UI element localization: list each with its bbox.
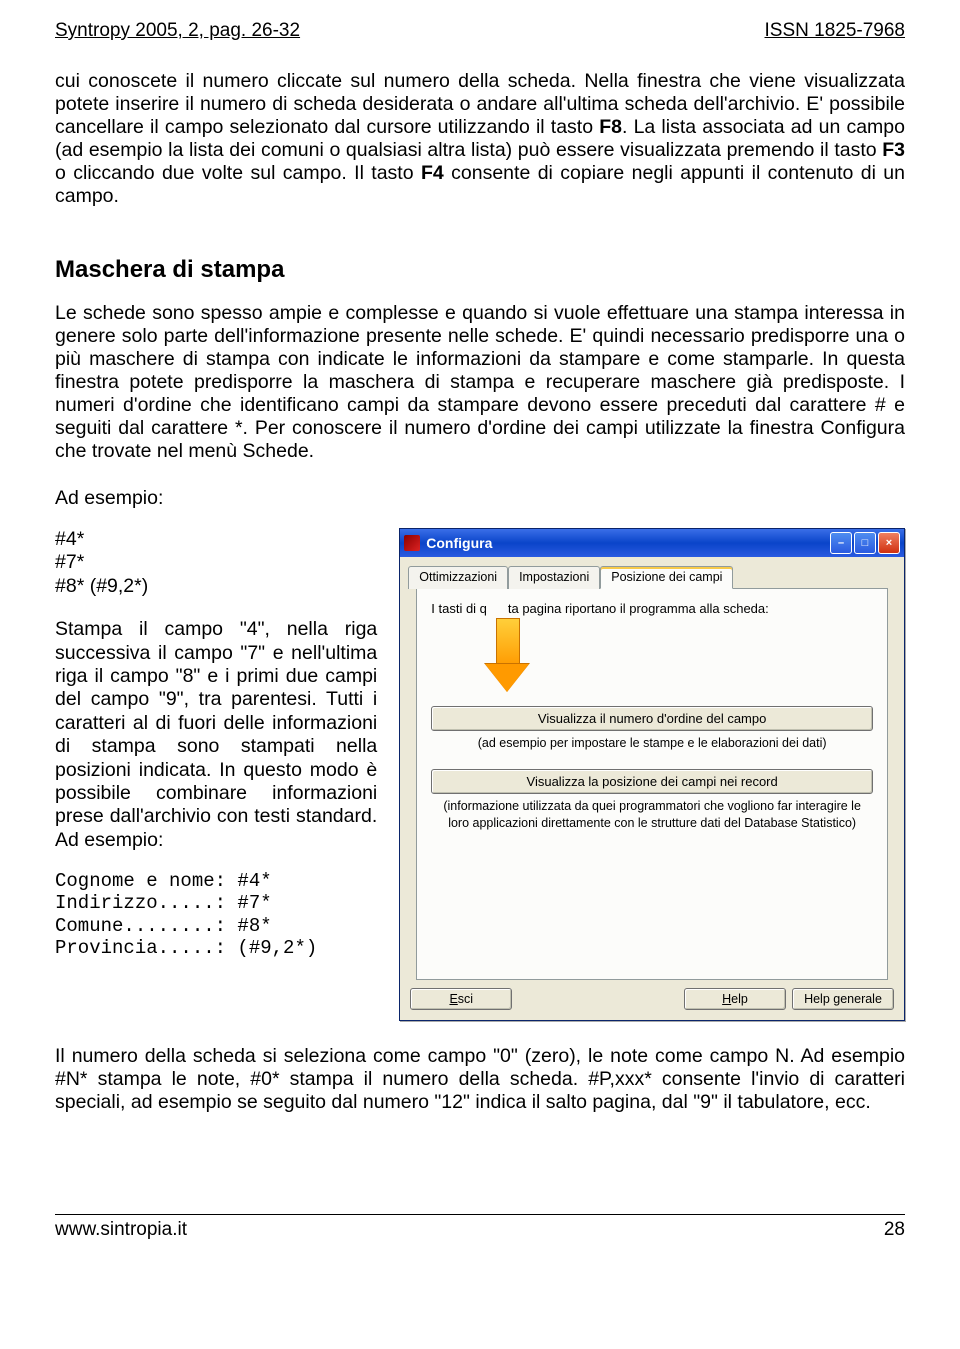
footer-rule (55, 1214, 905, 1215)
app-icon (404, 535, 420, 551)
page-number: 28 (884, 1219, 905, 1241)
footer-url: www.sintropia.it (55, 1219, 187, 1241)
caption-2: (informazione utilizzata da quei program… (431, 798, 873, 831)
help-generale-button[interactable]: Help generale (792, 988, 894, 1010)
paragraph-2: Le schede sono spesso ampie e complesse … (55, 302, 905, 463)
example-codes: #4* #7* #8* (#9,2*) (55, 528, 377, 598)
close-icon[interactable]: × (878, 532, 900, 554)
paragraph-1: cui conoscete il numero cliccate sul num… (55, 70, 905, 208)
maximize-icon[interactable]: □ (854, 532, 876, 554)
tab-panel: I tasti di questa pagina riportano il pr… (416, 588, 888, 980)
header-right: ISSN 1825-7968 (765, 20, 906, 42)
esci-button[interactable]: Esci (410, 988, 512, 1010)
dialog-tabs: Ottimizzazioni Impostazioni Posizione de… (408, 565, 896, 588)
example-label: Ad esempio: (55, 487, 905, 510)
button-numero-ordine[interactable]: Visualizza il numero d'ordine del campo (431, 706, 873, 731)
left-paragraph: Stampa il campo "4", nella riga successi… (55, 618, 377, 852)
mono-example: Cognome e nome: #4* Indirizzo.....: #7* … (55, 870, 377, 960)
tab-posizione[interactable]: Posizione dei campi (600, 566, 733, 589)
panel-message: I tasti di questa pagina riportano il pr… (431, 601, 873, 616)
annotation-arrow (431, 624, 873, 702)
caption-1: (ad esempio per impostare le stampe e le… (431, 735, 873, 751)
header-left: Syntropy 2005, 2, pag. 26-32 (55, 20, 300, 42)
dialog-titlebar: Configura – □ × (400, 529, 904, 557)
section-heading: Maschera di stampa (55, 256, 905, 284)
configura-dialog: Configura – □ × Ottimizzazioni Impostazi… (399, 528, 905, 1021)
paragraph-3: Il numero della scheda si seleziona come… (55, 1045, 905, 1114)
button-posizione-record[interactable]: Visualizza la posizione dei campi nei re… (431, 769, 873, 794)
tab-ottimizzazioni[interactable]: Ottimizzazioni (408, 566, 508, 589)
minimize-icon[interactable]: – (830, 532, 852, 554)
tab-impostazioni[interactable]: Impostazioni (508, 566, 600, 589)
help-button[interactable]: Help (684, 988, 786, 1010)
dialog-title: Configura (426, 535, 824, 551)
